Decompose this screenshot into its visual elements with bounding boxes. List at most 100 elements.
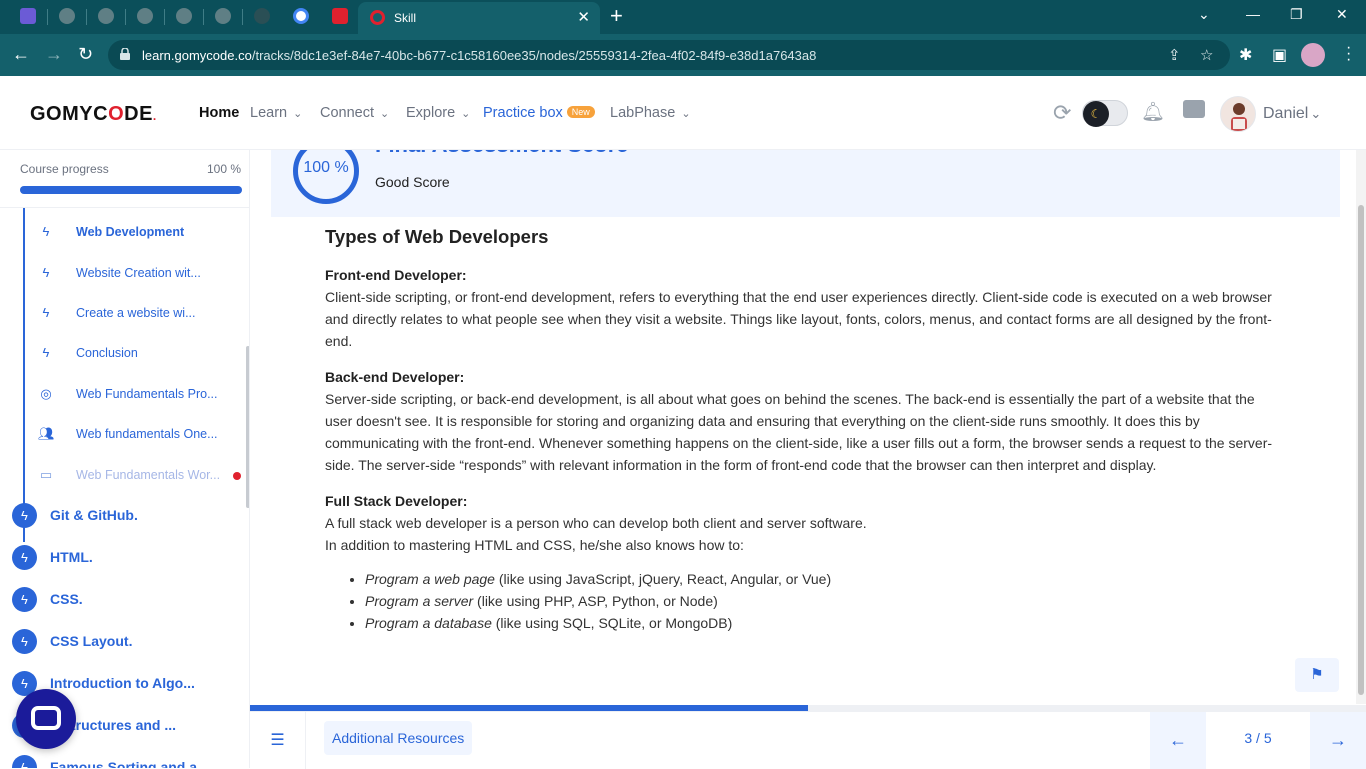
messages-icon[interactable]: [1183, 100, 1205, 118]
google-icon[interactable]: [293, 8, 309, 24]
minimize-icon[interactable]: —: [1246, 6, 1260, 22]
close-window-icon[interactable]: ✕: [1336, 6, 1348, 23]
user-menu[interactable]: Daniel ⌄: [1263, 105, 1321, 123]
report-flag-button[interactable]: ⚑: [1295, 658, 1339, 692]
restore-icon[interactable]: ❐: [1290, 6, 1303, 23]
sidebar-module-sorting[interactable]: ϟ Famous Sorting and a...: [12, 755, 242, 768]
module-label: CSS.: [50, 591, 83, 607]
page-scrollbar-thumb[interactable]: [1358, 205, 1364, 695]
bolt-icon: ϟ: [42, 345, 50, 360]
sidebar-item-label: Web Development: [76, 225, 185, 239]
bolt-icon: ϟ: [42, 224, 50, 239]
user-avatar[interactable]: [1220, 96, 1256, 132]
extensions-icon[interactable]: ✱: [1239, 45, 1252, 65]
sidebar-item-web-fundamentals-workshop[interactable]: ▭ Web Fundamentals Wor...: [38, 465, 243, 489]
close-tab-icon[interactable]: ✕: [577, 8, 590, 26]
course-progress-label: Course progress: [20, 162, 109, 176]
tab-separator: [203, 9, 204, 25]
opera-icon: [370, 10, 385, 25]
sidebar-item-web-development[interactable]: ϟ Web Development: [38, 222, 243, 246]
frontend-text: Client-side scripting, or front-end deve…: [325, 289, 1272, 349]
browser-menu-icon[interactable]: · · ·: [1346, 40, 1351, 68]
reload-icon[interactable]: ↻: [78, 44, 93, 64]
tab-separator: [242, 9, 243, 25]
nav-explore[interactable]: Explore ⌄: [406, 105, 470, 121]
forward-icon[interactable]: →: [45, 44, 63, 64]
chevron-down-icon: ⌄: [380, 108, 390, 120]
list-item-text: (like using SQL, SQLite, or MongoDB): [491, 615, 733, 631]
sidebar-scrollbar[interactable]: [246, 346, 249, 508]
browser-profile-avatar[interactable]: [1301, 43, 1325, 67]
additional-resources-button[interactable]: Additional Resources: [324, 721, 473, 755]
url-domain: learn.gomycode.co: [142, 48, 252, 63]
nav-connect[interactable]: Connect ⌄: [320, 105, 389, 121]
tab-search-chevron-icon[interactable]: ⌄: [1198, 6, 1210, 23]
nav-practice-box[interactable]: Practice box New: [483, 105, 595, 121]
score-subtitle: Good Score: [375, 174, 450, 190]
alert-dot: [233, 472, 241, 480]
previous-page-button[interactable]: ←: [1150, 712, 1206, 769]
tab-favicon-dark[interactable]: [254, 8, 270, 24]
tree-line: [23, 208, 25, 542]
sync-icon[interactable]: ⟳: [1053, 100, 1071, 126]
tab-favicon-generic[interactable]: [59, 8, 75, 24]
tab-separator: [125, 9, 126, 25]
nav-explore-label: Explore: [406, 105, 456, 121]
nav-home[interactable]: Home: [199, 105, 239, 121]
sidebar-item-conclusion[interactable]: ϟ Conclusion: [38, 343, 243, 367]
bolt-icon: ϟ: [12, 629, 37, 654]
new-badge: New: [566, 106, 595, 118]
back-icon[interactable]: ←: [12, 44, 30, 64]
sidebar-module-css-layout[interactable]: ϟ CSS Layout.: [12, 629, 242, 655]
dark-mode-toggle[interactable]: ☾: [1082, 100, 1128, 127]
tab-favicon-generic[interactable]: [137, 8, 153, 24]
bell-icon[interactable]: 🔔︎: [1141, 100, 1165, 124]
lesson-content: 100 % Final Assessment Score Good Score …: [251, 150, 1354, 704]
side-panel-icon[interactable]: ▣: [1272, 45, 1287, 65]
logo-text-suffix: DE: [124, 103, 153, 125]
moon-icon: ☾: [1083, 101, 1109, 127]
tab-separator: [164, 9, 165, 25]
chevron-down-icon: ⌄: [461, 108, 471, 120]
active-tab-title: Skill: [394, 11, 417, 25]
tab-favicon-app[interactable]: [20, 8, 36, 24]
sidebar-module-css[interactable]: ϟ CSS.: [12, 587, 242, 613]
tab-favicon-generic[interactable]: [176, 8, 192, 24]
article-heading: Types of Web Developers: [325, 226, 549, 247]
sidebar-item-label: Create a website wi...: [76, 306, 196, 320]
sidebar-item-website-creation[interactable]: ϟ Website Creation wit...: [38, 263, 243, 287]
sidebar-module-html[interactable]: ϟ HTML.: [12, 545, 242, 571]
course-sidebar: Course progress 100 % ϟ Web Development …: [0, 150, 250, 768]
new-tab-button[interactable]: +: [610, 4, 623, 28]
tab-separator: [86, 9, 87, 25]
score-title: Final Assessment Score: [375, 150, 629, 158]
sidebar-item-create-website[interactable]: ϟ Create a website wi...: [38, 303, 243, 327]
gomycode-logo[interactable]: GOMYCODE.: [30, 103, 157, 126]
next-page-button[interactable]: →: [1310, 712, 1366, 769]
bolt-icon: ϟ: [42, 305, 50, 320]
table-of-contents-button[interactable]: ☰: [250, 712, 306, 769]
frontend-title: Front-end Developer:: [325, 267, 467, 283]
nav-labphase[interactable]: LabPhase ⌄: [610, 105, 691, 121]
support-chat-button[interactable]: [16, 689, 76, 749]
sidebar-item-web-fundamentals-one-on-one[interactable]: 👥︎ Web fundamentals One...: [38, 424, 243, 448]
lock-icon: [120, 48, 130, 60]
bolt-icon: ϟ: [42, 265, 50, 280]
module-label: Famous Sorting and a...: [50, 759, 209, 768]
tab-separator: [47, 9, 48, 25]
page-scrollbar[interactable]: [1356, 150, 1366, 704]
logo-text-prefix: GOMYC: [30, 103, 109, 125]
tab-favicon-red[interactable]: [332, 8, 348, 24]
address-bar[interactable]: learn.gomycode.co/tracks/8dc1e3ef-84e7-4…: [108, 40, 1230, 70]
sidebar-module-git-github[interactable]: ϟ Git & GitHub.: [12, 503, 242, 529]
active-tab[interactable]: Skill ✕: [358, 2, 600, 34]
nav-learn[interactable]: Learn ⌄: [250, 105, 302, 121]
divider: [0, 207, 249, 208]
share-icon[interactable]: ⇪: [1168, 46, 1181, 64]
tab-favicon-generic[interactable]: [215, 8, 231, 24]
tab-favicon-generic[interactable]: [98, 8, 114, 24]
sidebar-item-web-fundamentals-project[interactable]: ◎ Web Fundamentals Pro...: [38, 384, 243, 408]
sidebar-item-label: Web fundamentals One...: [76, 427, 218, 441]
bookmark-star-icon[interactable]: ☆: [1200, 46, 1213, 64]
sidebar-item-label: Website Creation wit...: [76, 266, 201, 280]
